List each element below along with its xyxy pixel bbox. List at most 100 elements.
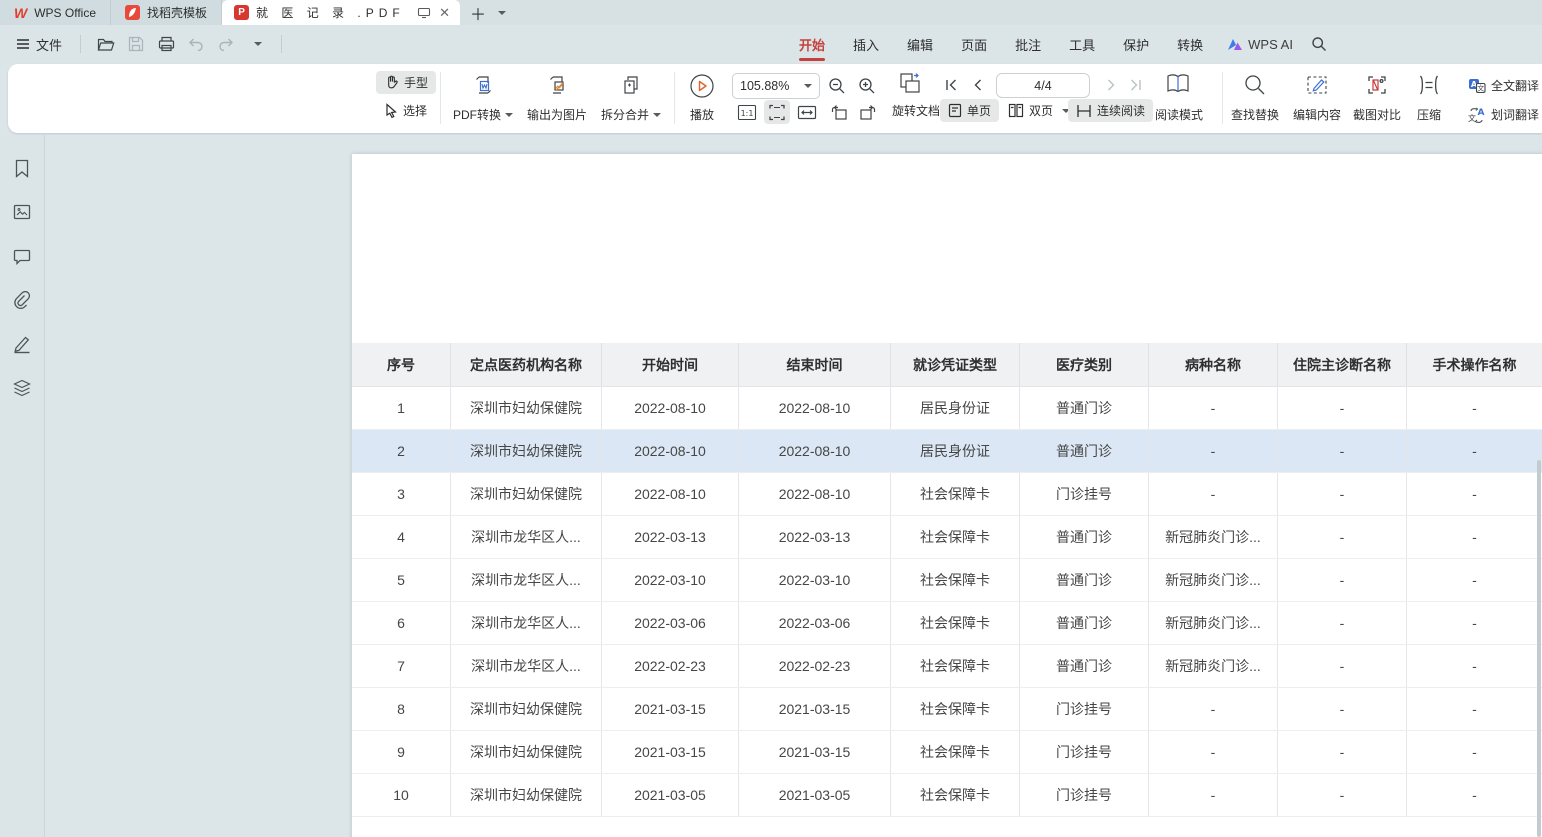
- tab-docer-templates[interactable]: 找稻壳模板: [111, 0, 222, 25]
- screenshot-compare-button[interactable]: 截图对比: [1346, 70, 1408, 127]
- play-button[interactable]: 播放: [666, 70, 738, 127]
- menu-home[interactable]: 开始: [785, 26, 839, 63]
- table-row[interactable]: 5深圳市龙华区人...2022-03-102022-03-10社会保障卡普通门诊…: [352, 559, 1542, 602]
- table-row[interactable]: 4深圳市龙华区人...2022-03-132022-03-13社会保障卡普通门诊…: [352, 516, 1542, 559]
- table-cell: 9: [352, 731, 451, 773]
- undo-icon[interactable]: [183, 32, 209, 56]
- menu-wps-ai[interactable]: WPS AI: [1217, 28, 1303, 61]
- table-row[interactable]: 7深圳市龙华区人...2022-02-232022-02-23社会保障卡普通门诊…: [352, 645, 1542, 688]
- single-page-label: 单页: [967, 102, 991, 119]
- wps-ai-label: WPS AI: [1248, 37, 1293, 52]
- page-number-input[interactable]: 4/4: [996, 73, 1090, 98]
- table-cell: -: [1407, 645, 1542, 687]
- table-cell: 2021-03-15: [739, 731, 891, 773]
- bookmark-panel-icon[interactable]: [11, 157, 33, 179]
- table-row[interactable]: 10深圳市妇幼保健院2021-03-052021-03-05社会保障卡门诊挂号-…: [352, 774, 1542, 817]
- continuous-reading-button[interactable]: 连续阅读: [1068, 99, 1153, 122]
- table-row[interactable]: 2深圳市妇幼保健院2022-08-102022-08-10居民身份证普通门诊--…: [352, 430, 1542, 473]
- menu-search-icon[interactable]: [1311, 36, 1327, 52]
- pdf-convert-label: PDF转换: [453, 106, 501, 123]
- redo-icon[interactable]: [213, 32, 239, 56]
- previous-page-icon[interactable]: [966, 73, 988, 97]
- find-replace-button[interactable]: 查找替换: [1224, 70, 1286, 127]
- table-cell: 深圳市妇幼保健院: [451, 473, 602, 515]
- word-translate-button[interactable]: 文A 划词翻译: [1460, 103, 1542, 126]
- play-label: 播放: [690, 106, 714, 123]
- single-page-button[interactable]: 单页: [940, 99, 999, 122]
- next-page-icon[interactable]: [1100, 73, 1122, 97]
- table-row[interactable]: 9深圳市妇幼保健院2021-03-152021-03-15社会保障卡门诊挂号--…: [352, 731, 1542, 774]
- table-cell: 2022-08-10: [739, 387, 891, 429]
- svg-text:文: 文: [1477, 83, 1484, 92]
- menu-protect[interactable]: 保护: [1109, 26, 1163, 63]
- docer-icon: [125, 5, 140, 20]
- fit-page-icon[interactable]: [764, 100, 790, 124]
- monitor-icon[interactable]: [417, 7, 431, 19]
- rotate-document-label[interactable]: 旋转文档: [892, 104, 940, 118]
- first-page-icon[interactable]: [940, 73, 962, 97]
- zoom-in-icon[interactable]: [854, 73, 880, 99]
- table-cell: 深圳市龙华区人...: [451, 559, 602, 601]
- select-tool-button[interactable]: 选择: [376, 99, 435, 122]
- table-row[interactable]: 1深圳市妇幼保健院2022-08-102022-08-10居民身份证普通门诊--…: [352, 387, 1542, 430]
- file-menu-button[interactable]: 文件: [10, 31, 68, 58]
- table-cell: -: [1278, 774, 1407, 816]
- table-row[interactable]: 6深圳市龙华区人...2022-03-062022-03-06社会保障卡普通门诊…: [352, 602, 1542, 645]
- menu-insert[interactable]: 插入: [839, 26, 893, 63]
- print-icon[interactable]: [153, 32, 179, 56]
- table-cell: -: [1407, 731, 1542, 773]
- menu-items: 开始 插入 编辑 页面 批注 工具 保护 转换 WPS AI: [785, 26, 1327, 63]
- compress-label: 压缩: [1417, 106, 1441, 123]
- fit-width-icon[interactable]: [794, 100, 820, 124]
- table-row[interactable]: 8深圳市妇幼保健院2021-03-152021-03-15社会保障卡门诊挂号--…: [352, 688, 1542, 731]
- attachment-panel-icon[interactable]: [11, 289, 33, 311]
- zoom-out-icon[interactable]: [824, 73, 850, 99]
- divider: [80, 35, 81, 53]
- vertical-scrollbar[interactable]: [1537, 460, 1541, 837]
- double-page-button[interactable]: 双页: [1000, 99, 1078, 122]
- tab-document-active[interactable]: P 就 医 记 录 .PDF ✕: [222, 0, 460, 25]
- tab-list-chevron-icon[interactable]: [498, 11, 506, 15]
- divider: [1222, 72, 1223, 124]
- table-cell: 普通门诊: [1020, 645, 1149, 687]
- menu-page[interactable]: 页面: [947, 26, 1001, 63]
- quick-access-bar: 文件: [0, 31, 290, 58]
- pdf-convert-button[interactable]: PDF转换: [446, 70, 520, 127]
- table-cell: -: [1149, 731, 1278, 773]
- hand-tool-button[interactable]: 手型: [376, 71, 436, 94]
- actual-size-icon[interactable]: 1:1: [734, 100, 760, 124]
- last-page-icon[interactable]: [1124, 73, 1146, 97]
- rotate-document-icon[interactable]: [894, 70, 926, 98]
- menu-convert[interactable]: 转换: [1163, 26, 1217, 63]
- table-row[interactable]: 3深圳市妇幼保健院2022-08-102022-08-10社会保障卡门诊挂号--…: [352, 473, 1542, 516]
- table-cell: 门诊挂号: [1020, 473, 1149, 515]
- edit-content-button[interactable]: 编辑内容: [1286, 70, 1348, 127]
- menu-tools[interactable]: 工具: [1055, 26, 1109, 63]
- single-page-icon: [948, 103, 962, 118]
- read-mode-button[interactable]: 阅读模式: [1144, 70, 1214, 127]
- export-image-label: 输出为图片: [527, 106, 587, 123]
- compress-button[interactable]: 压缩: [1404, 70, 1454, 127]
- table-cell: 2022-02-23: [739, 645, 891, 687]
- menu-edit[interactable]: 编辑: [893, 26, 947, 63]
- split-merge-button[interactable]: 拆分合并: [594, 70, 668, 127]
- open-file-icon[interactable]: [93, 32, 119, 56]
- save-icon[interactable]: [123, 32, 149, 56]
- document-canvas[interactable]: 序号定点医药机构名称开始时间结束时间就诊凭证类型医疗类别病种名称住院主诊断名称手…: [45, 135, 1542, 837]
- chevron-down-icon: [505, 113, 513, 117]
- full-translate-button[interactable]: A文 全文翻译: [1460, 74, 1542, 97]
- comment-panel-icon[interactable]: [11, 245, 33, 267]
- export-image-button[interactable]: 输出为图片: [520, 70, 594, 127]
- rotate-left-icon[interactable]: [826, 100, 852, 124]
- new-tab-icon[interactable]: ＋: [470, 1, 486, 25]
- layers-panel-icon[interactable]: [11, 377, 33, 399]
- rotate-right-icon[interactable]: [855, 100, 881, 124]
- tab-wps-office[interactable]: W WPS Office: [0, 0, 111, 25]
- thumbnail-panel-icon[interactable]: [11, 201, 33, 223]
- menu-comment[interactable]: 批注: [1001, 26, 1055, 63]
- close-tab-icon[interactable]: ✕: [439, 5, 450, 21]
- table-cell: 2022-03-13: [602, 516, 739, 558]
- zoom-level-select[interactable]: 105.88%: [732, 73, 820, 99]
- quickbar-chevron-icon[interactable]: [243, 32, 269, 56]
- signature-panel-icon[interactable]: [11, 333, 33, 355]
